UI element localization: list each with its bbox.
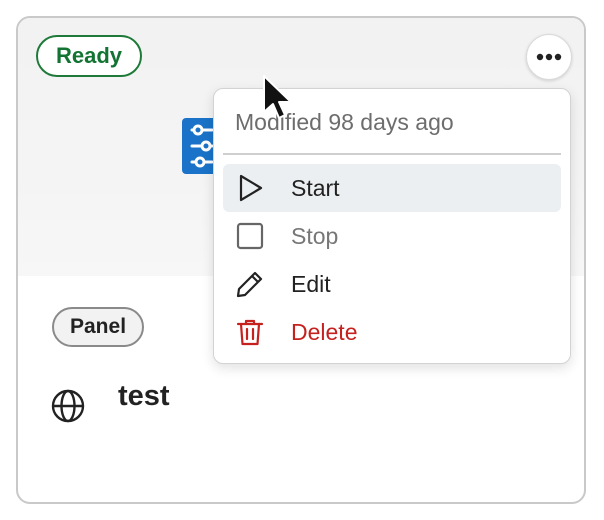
status-badge: Ready — [36, 35, 143, 77]
mouse-cursor-icon — [263, 75, 292, 119]
more-horizontal-icon — [536, 53, 562, 61]
menu-item-delete[interactable]: Delete — [223, 308, 561, 356]
type-badge: Panel — [52, 307, 145, 347]
menu-item-label: Stop — [291, 222, 339, 249]
options-menu: Modified 98 days ago Start Stop Edit Del… — [213, 88, 571, 364]
status-label: Ready — [56, 43, 123, 68]
menu-item-label: Delete — [291, 318, 358, 345]
more-options-button[interactable] — [526, 34, 572, 80]
card-title[interactable]: test — [118, 380, 170, 413]
stop-icon — [236, 222, 264, 250]
pencil-icon — [236, 271, 263, 298]
menu-divider — [223, 153, 561, 155]
globe-icon — [51, 389, 85, 423]
trash-icon — [236, 319, 264, 346]
play-icon — [239, 174, 263, 202]
menu-item-label: Edit — [291, 270, 331, 297]
menu-item-edit[interactable]: Edit — [223, 260, 561, 308]
menu-item-start[interactable]: Start — [223, 164, 561, 212]
menu-item-label: Start — [291, 174, 340, 201]
type-label: Panel — [70, 315, 127, 338]
menu-item-stop[interactable]: Stop — [223, 212, 561, 260]
